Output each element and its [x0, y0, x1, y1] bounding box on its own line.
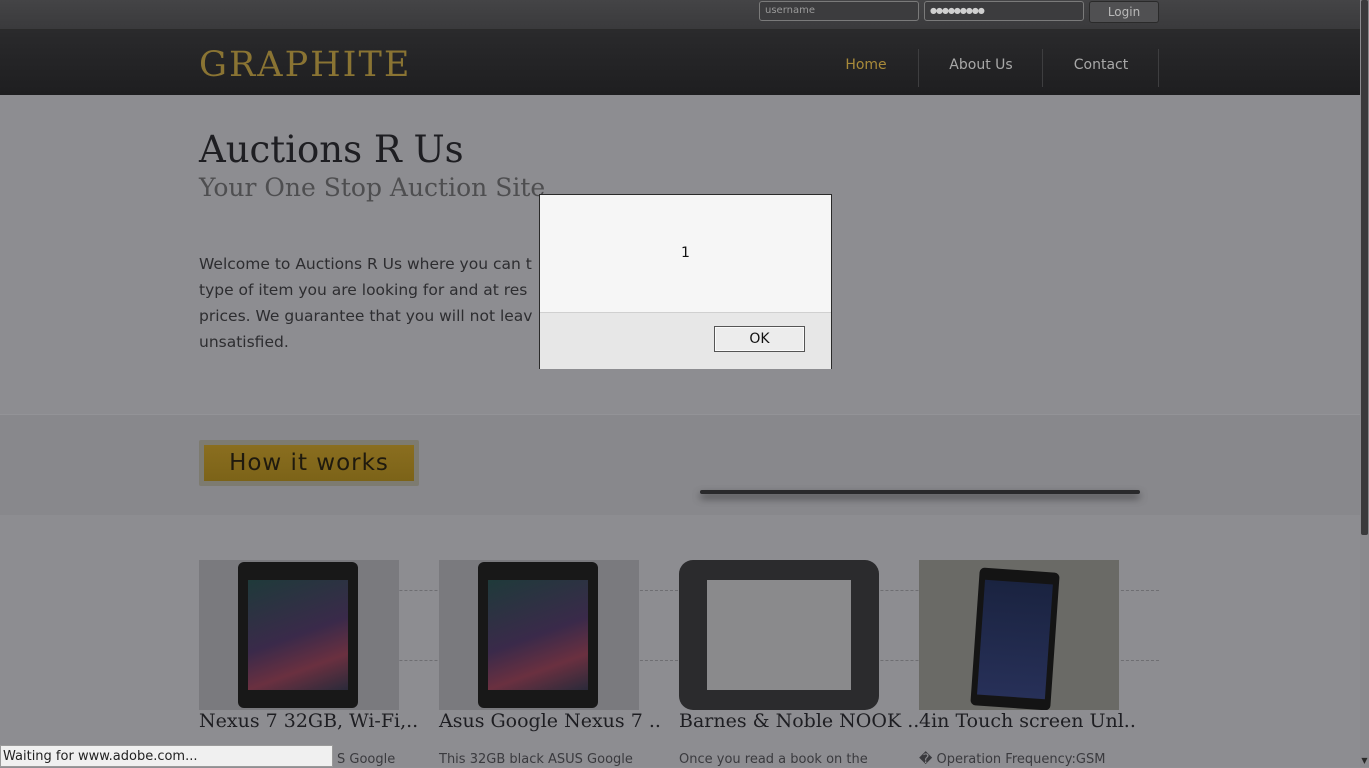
product-card[interactable]: Asus Google Nexus 7 .. This 32GB black A…	[439, 560, 661, 767]
page-title: Auctions R Us	[199, 128, 464, 171]
how-it-works-frame: How it works	[199, 440, 419, 486]
product-card[interactable]: 4in Touch screen Unl.. � Operation Frequ…	[919, 560, 1136, 767]
product-description: Once you read a book on the	[679, 752, 868, 767]
how-it-works-band: How it works	[0, 414, 1360, 516]
ok-button[interactable]: OK	[714, 326, 805, 352]
product-description: � Operation Frequency:GSM	[919, 752, 1106, 767]
product-image[interactable]	[439, 560, 639, 710]
status-bar: Waiting for www.adobe.com...	[0, 745, 333, 767]
dialog-footer: OK	[540, 312, 831, 369]
nav-contact[interactable]: Contact	[1063, 50, 1139, 80]
decorative-shadow	[700, 490, 1140, 494]
username-input[interactable]: username	[759, 1, 919, 21]
scrollbar-thumb[interactable]	[1361, 0, 1368, 535]
product-list: Nexus 7 32GB, Wi-Fi,.. S Google Asus Goo…	[0, 515, 1360, 767]
nav-divider	[1158, 49, 1159, 87]
product-card[interactable]: Barnes & Noble NOOK .. Once you read a b…	[679, 560, 919, 767]
product-title[interactable]: Barnes & Noble NOOK ..	[679, 710, 919, 732]
password-input[interactable]: ●●●●●●●●●	[924, 1, 1084, 21]
scroll-down-arrow-icon[interactable]: ▼	[1360, 756, 1369, 767]
product-card[interactable]: Nexus 7 32GB, Wi-Fi,.. S Google	[199, 560, 418, 767]
site-header: GRAPHITE Home About Us Contact	[0, 30, 1360, 95]
nav-divider	[1042, 49, 1043, 87]
product-image[interactable]	[199, 560, 399, 710]
login-button[interactable]: Login	[1089, 1, 1159, 23]
alert-dialog: 1 OK	[539, 194, 832, 369]
product-title[interactable]: Nexus 7 32GB, Wi-Fi,..	[199, 710, 418, 732]
product-image[interactable]	[919, 560, 1119, 710]
page-subtitle: Your One Stop Auction Site	[199, 173, 546, 202]
site-logo[interactable]: GRAPHITE	[199, 45, 411, 85]
product-title[interactable]: Asus Google Nexus 7 ..	[439, 710, 661, 732]
how-it-works-button[interactable]: How it works	[204, 445, 414, 481]
product-description: This 32GB black ASUS Google	[439, 752, 633, 767]
nav-home[interactable]: Home	[835, 50, 897, 80]
nav-about-us[interactable]: About Us	[940, 50, 1022, 80]
product-image[interactable]	[679, 560, 879, 710]
nav-divider	[918, 49, 919, 87]
welcome-text: Welcome to Auctions R Us where you can t…	[199, 255, 533, 351]
top-login-bar: username ●●●●●●●●● Login	[0, 0, 1360, 30]
dialog-message: 1	[681, 245, 690, 261]
product-title[interactable]: 4in Touch screen Unl..	[919, 710, 1136, 732]
